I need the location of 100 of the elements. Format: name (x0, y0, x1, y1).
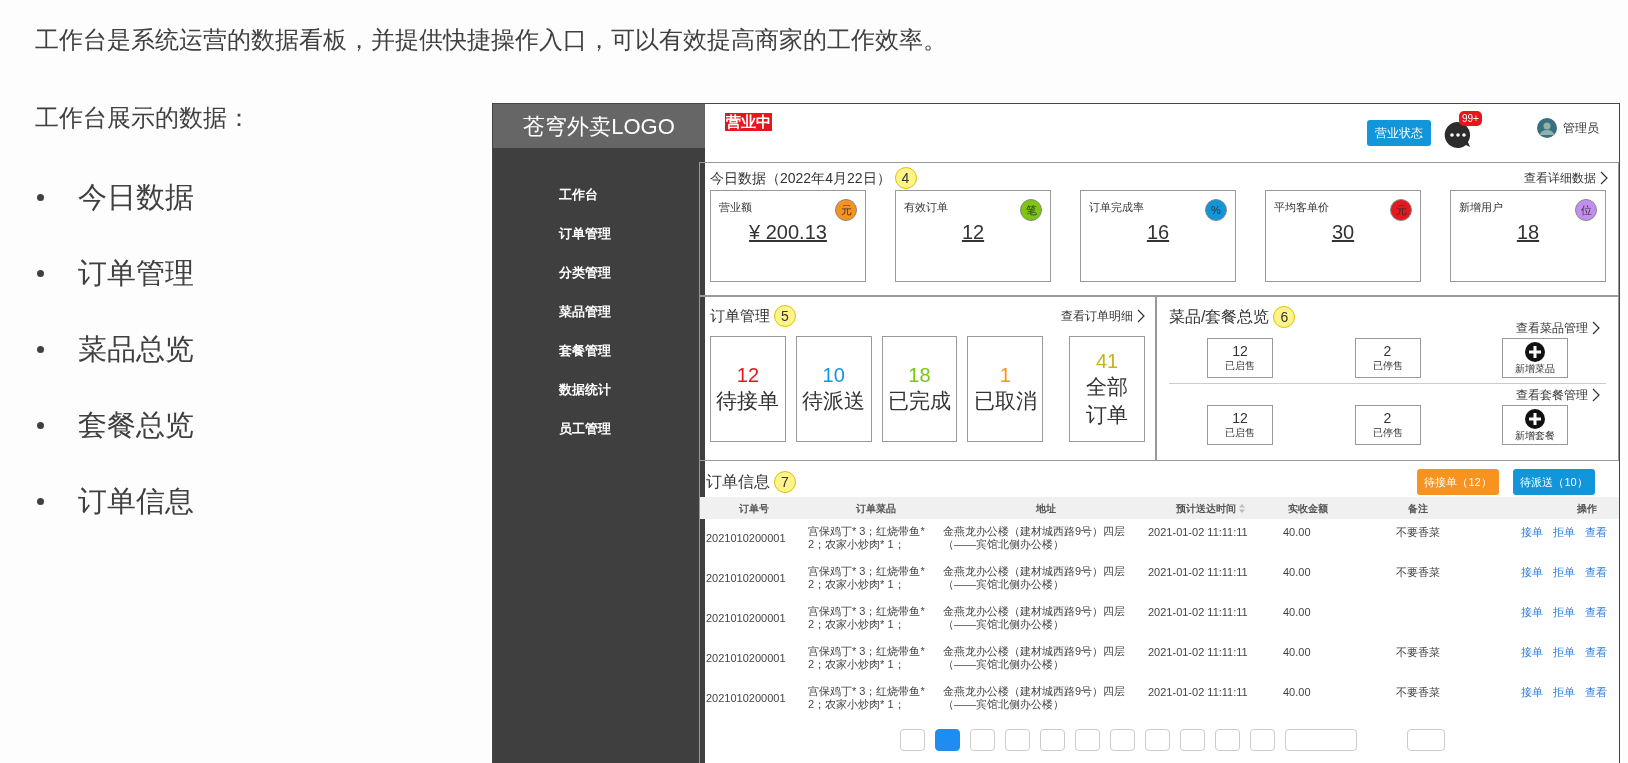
order-count: 10 (822, 362, 845, 387)
column-header[interactable]: 预计送达时间 (1176, 500, 1245, 516)
action-link[interactable]: 拒单 (1553, 646, 1575, 659)
action-link[interactable]: 拒单 (1553, 606, 1575, 619)
chevron-right-icon (1137, 309, 1145, 324)
order-status: 全部订单 (1085, 373, 1130, 428)
action-link[interactable]: 查看 (1585, 686, 1607, 699)
number-badge: 5 (774, 305, 796, 328)
column-header: 操作 (1577, 501, 1597, 516)
column-header: 订单菜品 (855, 501, 896, 516)
order-count: 1 (999, 362, 1011, 387)
action-link[interactable]: 接单 (1521, 646, 1543, 659)
dish-count: 12 (1232, 343, 1248, 359)
dish-count: 2 (1383, 410, 1392, 426)
logo: 苍穹外卖LOGO (493, 104, 705, 148)
address-cell-text: 金燕龙办公楼（建材城西路9号）四层（——宾馆北侧办公楼） (943, 605, 1127, 631)
chat-bubble-icon[interactable] (1443, 120, 1473, 150)
view-link[interactable]: 查看订单明细 (1061, 307, 1133, 326)
stat-label: 平均客单价 (1274, 200, 1329, 215)
order-status: 待接单 (715, 387, 781, 414)
bullet-text: 订单信息 (78, 484, 194, 518)
chevron-right-icon (1592, 388, 1600, 402)
order-id-cell-text: 2021010200001 (705, 571, 787, 585)
bullet-text: 今日数据 (78, 180, 194, 214)
time-cell-text: 2021-01-02 11:11:11 (1148, 605, 1249, 619)
sidebar-item[interactable]: 分类管理 (559, 264, 611, 281)
page-button[interactable] (935, 729, 960, 751)
avatar-icon (1537, 118, 1557, 138)
page-button[interactable] (1040, 729, 1065, 751)
order-stat-card[interactable]: 41 全部订单 (1069, 335, 1145, 442)
action-link[interactable]: 查看 (1585, 606, 1607, 619)
remark-cell-text: 不要香菜 (1395, 525, 1441, 539)
remark-cell-text: 不要香菜 (1395, 645, 1441, 659)
dish-count: 12 (1232, 410, 1248, 426)
amount-cell-text: 40.00 (1282, 605, 1312, 619)
action-link[interactable]: 接单 (1521, 686, 1543, 699)
page-size-select[interactable] (1285, 729, 1357, 751)
sidebar-item[interactable]: 工作台 (559, 186, 598, 203)
time-cell-text: 2021-01-02 11:11:11 (1148, 685, 1249, 699)
add-button[interactable]: 新增菜品 (1502, 338, 1568, 378)
column-header: 备注 (1408, 501, 1428, 516)
dish-status: 已启售 (1225, 426, 1255, 440)
order-id-cell-text: 2021010200001 (705, 651, 787, 665)
stat-value: ¥ 200.13 (749, 220, 827, 245)
action-link[interactable]: 查看 (1585, 526, 1607, 539)
sidebar-item[interactable]: 订单管理 (559, 225, 611, 242)
order-stat-card[interactable]: 1 已取消 (967, 335, 1044, 442)
order-stat-card[interactable]: 18 已完成 (881, 335, 958, 442)
intro-text: 工作台是系统运营的数据看板，并提供快捷操作入口，可以有效提高商家的工作效率。 (35, 25, 948, 55)
sidebar-item[interactable]: 套餐管理 (559, 342, 611, 359)
notification-badge: 99+ (1459, 111, 1482, 126)
action-link[interactable]: 拒单 (1553, 686, 1575, 699)
page-button[interactable] (1110, 729, 1135, 751)
action-link[interactable]: 查看 (1585, 646, 1607, 659)
sidebar-item[interactable]: 菜品管理 (559, 303, 611, 320)
order-id-cell-text: 2021010200001 (705, 691, 787, 705)
amount-cell-text: 40.00 (1282, 685, 1312, 699)
action-link[interactable]: 接单 (1521, 566, 1543, 579)
page-button[interactable] (1145, 729, 1170, 751)
number-badge: 6 (1273, 306, 1296, 328)
time-cell-text: 2021-01-02 11:11:11 (1148, 565, 1249, 579)
view-link[interactable]: 查看套餐管理 (1516, 386, 1588, 404)
dishes-cell-text: 宫保鸡丁* 3；红烧带鱼* 2；农家小炒肉* 1； (808, 685, 926, 711)
column-header: 地址 (1035, 501, 1056, 516)
action-link[interactable]: 接单 (1521, 526, 1543, 539)
chevron-right-icon (1600, 171, 1608, 185)
section-title: 菜品/套餐总览 (1169, 307, 1270, 327)
bullet-text: 订单管理 (78, 256, 194, 290)
dish-count: 2 (1383, 343, 1392, 359)
action-link[interactable]: 查看 (1585, 566, 1607, 579)
add-button[interactable]: 新增套餐 (1502, 405, 1568, 445)
page-button[interactable] (1075, 729, 1100, 751)
open-status-badge: 营业中 (725, 113, 772, 131)
action-link[interactable]: 拒单 (1553, 526, 1575, 539)
view-link[interactable]: 查看详细数据 (1524, 169, 1596, 187)
address-cell-text: 金燕龙办公楼（建材城西路9号）四层（——宾馆北侧办公楼） (943, 645, 1127, 671)
page-button[interactable] (1215, 729, 1240, 751)
order-stat-card[interactable]: 10 待派送 (795, 335, 872, 442)
page-button[interactable] (970, 729, 995, 751)
bullet-text: 菜品总览 (78, 332, 194, 366)
amount-cell-text: 40.00 (1282, 645, 1312, 659)
order-stat-card[interactable]: 12 待接单 (710, 335, 786, 442)
view-link[interactable]: 查看菜品管理 (1516, 319, 1588, 337)
prev-page-button[interactable] (900, 729, 925, 751)
column-header: 实收金额 (1288, 501, 1328, 516)
address-cell-text: 金燕龙办公楼（建材城西路9号）四层（——宾馆北侧办公楼） (943, 525, 1127, 551)
stat-label: 营业额 (719, 200, 752, 215)
page-button[interactable] (1180, 729, 1205, 751)
action-link[interactable]: 拒单 (1553, 566, 1575, 579)
next-page-button[interactable] (1250, 729, 1275, 751)
page-button[interactable] (1005, 729, 1030, 751)
sidebar-item[interactable]: 数据统计 (559, 381, 611, 398)
sidebar-item[interactable]: 员工管理 (559, 420, 611, 437)
stat-value: 16 (1146, 220, 1170, 245)
time-cell-text: 2021-01-02 11:11:11 (1148, 525, 1249, 539)
action-link[interactable]: 接单 (1521, 606, 1543, 619)
page-jump-field[interactable] (1407, 729, 1445, 751)
amount-cell-text: 40.00 (1282, 565, 1312, 579)
stat-value: 18 (1516, 220, 1540, 245)
address-cell-text: 金燕龙办公楼（建材城西路9号）四层（——宾馆北侧办公楼） (943, 685, 1127, 711)
